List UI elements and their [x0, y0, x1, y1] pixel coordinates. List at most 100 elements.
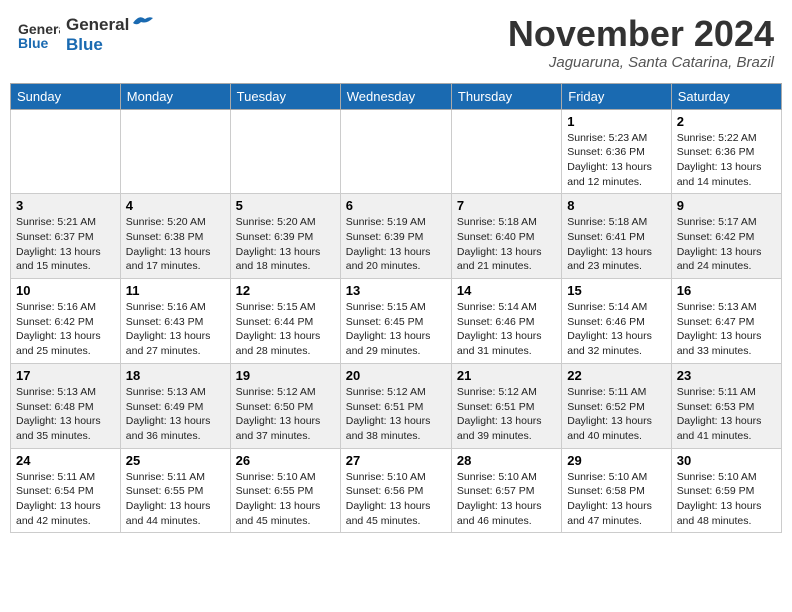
- logo-bird-icon: [131, 14, 153, 32]
- calendar-cell: 13 Sunrise: 5:15 AM Sunset: 6:45 PM Dayli…: [340, 279, 451, 364]
- calendar-cell: 18Sunrise: 5:13 AM Sunset: 6:49 PM Dayli…: [120, 363, 230, 448]
- day-number: 1: [567, 114, 665, 129]
- day-number: 11: [126, 283, 225, 298]
- calendar-cell: [120, 109, 230, 194]
- calendar-cell: 8 Sunrise: 5:18 AM Sunset: 6:41 PM Daylig…: [562, 194, 671, 279]
- calendar-cell: 9 Sunrise: 5:17 AM Sunset: 6:42 PM Daylig…: [671, 194, 781, 279]
- calendar-cell: 14Sunrise: 5:14 AM Sunset: 6:46 PM Dayli…: [451, 279, 561, 364]
- day-info: Sunrise: 5:15 AM Sunset: 6:44 PM Dayligh…: [236, 300, 335, 359]
- day-number: 8: [567, 198, 665, 213]
- calendar-cell: 12 Sunrise: 5:15 AM Sunset: 6:44 PM Dayli…: [230, 279, 340, 364]
- day-info: Sunrise: 5:16 AM Sunset: 6:43 PM Dayligh…: [126, 300, 225, 359]
- day-info: Sunrise: 5:11 AM Sunset: 6:53 PM Dayligh…: [677, 385, 776, 444]
- calendar-cell: 27 Sunrise: 5:10 AM Sunset: 6:56 PM Dayli…: [340, 448, 451, 533]
- day-info: Sunrise: 5:18 AM Sunset: 6:41 PM Dayligh…: [567, 215, 665, 274]
- col-wednesday: Wednesday: [340, 83, 451, 109]
- day-number: 27: [346, 453, 446, 468]
- day-number: 29: [567, 453, 665, 468]
- day-number: 19: [236, 368, 335, 383]
- day-info: Sunrise: 5:15 AM Sunset: 6:45 PM Dayligh…: [346, 300, 446, 359]
- calendar-cell: 16Sunrise: 5:13 AM Sunset: 6:47 PM Dayli…: [671, 279, 781, 364]
- day-info: Sunrise: 5:12 AM Sunset: 6:50 PM Dayligh…: [236, 385, 335, 444]
- day-info: Sunrise: 5:10 AM Sunset: 6:59 PM Dayligh…: [677, 470, 776, 529]
- day-number: 12: [236, 283, 335, 298]
- logo: General Blue General Blue: [18, 14, 153, 56]
- day-number: 6: [346, 198, 446, 213]
- day-number: 10: [16, 283, 115, 298]
- col-monday: Monday: [120, 83, 230, 109]
- calendar-cell: [340, 109, 451, 194]
- day-info: Sunrise: 5:11 AM Sunset: 6:55 PM Dayligh…: [126, 470, 225, 529]
- svg-text:Blue: Blue: [18, 35, 49, 51]
- col-sunday: Sunday: [11, 83, 121, 109]
- calendar-cell: 6 Sunrise: 5:19 AM Sunset: 6:39 PM Daylig…: [340, 194, 451, 279]
- day-info: Sunrise: 5:14 AM Sunset: 6:46 PM Dayligh…: [567, 300, 665, 359]
- day-info: Sunrise: 5:17 AM Sunset: 6:42 PM Dayligh…: [677, 215, 776, 274]
- day-info: Sunrise: 5:14 AM Sunset: 6:46 PM Dayligh…: [457, 300, 556, 359]
- day-info: Sunrise: 5:19 AM Sunset: 6:39 PM Dayligh…: [346, 215, 446, 274]
- day-number: 26: [236, 453, 335, 468]
- day-info: Sunrise: 5:18 AM Sunset: 6:40 PM Dayligh…: [457, 215, 556, 274]
- day-info: Sunrise: 5:10 AM Sunset: 6:58 PM Dayligh…: [567, 470, 665, 529]
- calendar-week-5: 24 Sunrise: 5:11 AM Sunset: 6:54 PM Dayli…: [11, 448, 782, 533]
- logo-icon: General Blue: [18, 14, 60, 56]
- day-number: 25: [126, 453, 225, 468]
- calendar-cell: 10 Sunrise: 5:16 AM Sunset: 6:42 PM Dayli…: [11, 279, 121, 364]
- day-info: Sunrise: 5:16 AM Sunset: 6:42 PM Dayligh…: [16, 300, 115, 359]
- day-info: Sunrise: 5:10 AM Sunset: 6:56 PM Dayligh…: [346, 470, 446, 529]
- calendar-cell: 25 Sunrise: 5:11 AM Sunset: 6:55 PM Dayli…: [120, 448, 230, 533]
- day-number: 20: [346, 368, 446, 383]
- day-number: 7: [457, 198, 556, 213]
- day-number: 13: [346, 283, 446, 298]
- location: Jaguaruna, Santa Catarina, Brazil: [508, 54, 774, 71]
- calendar-cell: 30Sunrise: 5:10 AM Sunset: 6:59 PM Dayli…: [671, 448, 781, 533]
- calendar-cell: 24 Sunrise: 5:11 AM Sunset: 6:54 PM Dayli…: [11, 448, 121, 533]
- calendar-cell: 11 Sunrise: 5:16 AM Sunset: 6:43 PM Dayli…: [120, 279, 230, 364]
- calendar-cell: 26Sunrise: 5:10 AM Sunset: 6:55 PM Dayli…: [230, 448, 340, 533]
- calendar-cell: 19 Sunrise: 5:12 AM Sunset: 6:50 PM Dayli…: [230, 363, 340, 448]
- day-number: 23: [677, 368, 776, 383]
- calendar-cell: 20Sunrise: 5:12 AM Sunset: 6:51 PM Dayli…: [340, 363, 451, 448]
- day-number: 9: [677, 198, 776, 213]
- day-number: 2: [677, 114, 776, 129]
- day-number: 16: [677, 283, 776, 298]
- day-info: Sunrise: 5:22 AM Sunset: 6:36 PM Dayligh…: [677, 131, 776, 190]
- calendar-cell: 28Sunrise: 5:10 AM Sunset: 6:57 PM Dayli…: [451, 448, 561, 533]
- day-number: 5: [236, 198, 335, 213]
- day-number: 24: [16, 453, 115, 468]
- calendar-cell: 5 Sunrise: 5:20 AM Sunset: 6:39 PM Daylig…: [230, 194, 340, 279]
- calendar-week-3: 10 Sunrise: 5:16 AM Sunset: 6:42 PM Dayli…: [11, 279, 782, 364]
- calendar-header-row: Sunday Monday Tuesday Wednesday Thursday…: [11, 83, 782, 109]
- day-number: 17: [16, 368, 115, 383]
- calendar-cell: [451, 109, 561, 194]
- day-info: Sunrise: 5:11 AM Sunset: 6:54 PM Dayligh…: [16, 470, 115, 529]
- calendar-cell: [11, 109, 121, 194]
- col-tuesday: Tuesday: [230, 83, 340, 109]
- calendar-cell: [230, 109, 340, 194]
- day-info: Sunrise: 5:11 AM Sunset: 6:52 PM Dayligh…: [567, 385, 665, 444]
- page-header: General Blue General Blue November 2024 …: [10, 10, 782, 75]
- calendar-week-4: 17 Sunrise: 5:13 AM Sunset: 6:48 PM Dayli…: [11, 363, 782, 448]
- calendar-cell: 3 Sunrise: 5:21 AM Sunset: 6:37 PM Daylig…: [11, 194, 121, 279]
- calendar: Sunday Monday Tuesday Wednesday Thursday…: [10, 83, 782, 534]
- calendar-cell: 23 Sunrise: 5:11 AM Sunset: 6:53 PM Dayli…: [671, 363, 781, 448]
- title-block: November 2024 Jaguaruna, Santa Catarina,…: [508, 14, 774, 71]
- day-number: 15: [567, 283, 665, 298]
- day-number: 3: [16, 198, 115, 213]
- day-info: Sunrise: 5:13 AM Sunset: 6:49 PM Dayligh…: [126, 385, 225, 444]
- calendar-week-2: 3 Sunrise: 5:21 AM Sunset: 6:37 PM Daylig…: [11, 194, 782, 279]
- day-info: Sunrise: 5:20 AM Sunset: 6:39 PM Dayligh…: [236, 215, 335, 274]
- calendar-cell: 1 Sunrise: 5:23 AM Sunset: 6:36 PM Daylig…: [562, 109, 671, 194]
- calendar-cell: 7 Sunrise: 5:18 AM Sunset: 6:40 PM Daylig…: [451, 194, 561, 279]
- day-number: 4: [126, 198, 225, 213]
- calendar-cell: 17 Sunrise: 5:13 AM Sunset: 6:48 PM Dayli…: [11, 363, 121, 448]
- logo-general: General: [66, 15, 129, 35]
- day-info: Sunrise: 5:23 AM Sunset: 6:36 PM Dayligh…: [567, 131, 665, 190]
- col-saturday: Saturday: [671, 83, 781, 109]
- calendar-cell: 22Sunrise: 5:11 AM Sunset: 6:52 PM Dayli…: [562, 363, 671, 448]
- day-info: Sunrise: 5:21 AM Sunset: 6:37 PM Dayligh…: [16, 215, 115, 274]
- day-info: Sunrise: 5:12 AM Sunset: 6:51 PM Dayligh…: [457, 385, 556, 444]
- calendar-cell: 4Sunrise: 5:20 AM Sunset: 6:38 PM Daylig…: [120, 194, 230, 279]
- day-info: Sunrise: 5:13 AM Sunset: 6:48 PM Dayligh…: [16, 385, 115, 444]
- day-number: 28: [457, 453, 556, 468]
